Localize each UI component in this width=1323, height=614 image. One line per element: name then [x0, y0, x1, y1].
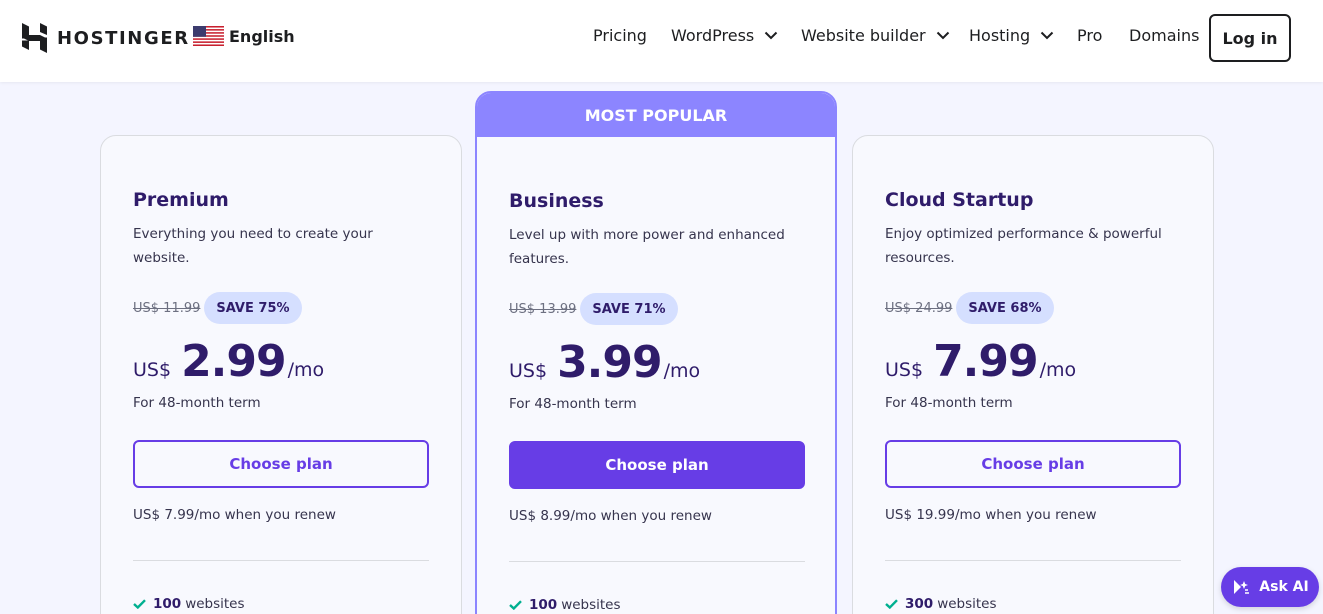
divider [885, 560, 1181, 561]
plan-description: Everything you need to create your websi… [133, 226, 373, 266]
nav-website-builder[interactable]: Website builder [801, 26, 950, 45]
ask-ai-button[interactable]: Ask AI [1221, 567, 1319, 607]
discount-row: US$ 11.99 SAVE 75% [133, 292, 302, 324]
plan-description: Level up with more power and enhanced fe… [509, 227, 785, 267]
chevron-down-icon [936, 31, 949, 40]
renewal-price: US$ 19.99/mo when you renew [885, 507, 1097, 523]
price-currency: US$ [885, 359, 924, 381]
feature-item: 300 websites [885, 596, 997, 612]
language-label: English [229, 26, 295, 46]
site-header: HOSTINGER English Pricing WordPress Webs… [0, 0, 1323, 82]
nav-pro[interactable]: Pro [1077, 26, 1102, 45]
old-price: US$ 13.99 [509, 301, 577, 317]
nav-wordpress[interactable]: WordPress [671, 26, 778, 45]
current-price: US$ 3.99 /mo [509, 337, 700, 388]
discount-row: US$ 13.99 SAVE 71% [509, 293, 678, 325]
plan-name: Premium [133, 189, 229, 211]
nav-label: Domains [1129, 26, 1200, 45]
save-badge: SAVE 71% [580, 293, 678, 325]
divider [509, 561, 805, 562]
ask-ai-label: Ask AI [1259, 579, 1309, 595]
price-period: /mo [287, 359, 325, 381]
save-badge: SAVE 75% [204, 292, 302, 324]
login-button[interactable]: Log in [1209, 14, 1291, 62]
price-currency: US$ [509, 360, 548, 382]
discount-row: US$ 24.99 SAVE 68% [885, 292, 1054, 324]
price-term: For 48-month term [133, 395, 261, 411]
nav-pricing[interactable]: Pricing [593, 26, 647, 45]
nav-domains[interactable]: Domains [1129, 26, 1199, 45]
price-period: /mo [1039, 359, 1077, 381]
plan-description: Enjoy optimized performance & powerful r… [885, 226, 1162, 266]
brand-logo[interactable]: HOSTINGER [22, 23, 190, 53]
plan-card-business: MOST POPULAR Business Level up with more… [475, 91, 837, 614]
plan-name: Business [509, 190, 604, 212]
us-flag-icon [193, 26, 224, 46]
price-period: /mo [663, 360, 701, 382]
feature-count: 100 [529, 597, 558, 613]
feature-label: websites [937, 596, 997, 612]
feature-item: 100 websites [509, 597, 621, 613]
nav-label: Pro [1077, 26, 1103, 45]
current-price: US$ 2.99 /mo [133, 336, 324, 387]
hostinger-logo-icon [22, 23, 47, 53]
renewal-price: US$ 7.99/mo when you renew [133, 507, 336, 523]
most-popular-badge: MOST POPULAR [477, 93, 835, 137]
price-term: For 48-month term [509, 396, 637, 412]
price-term: For 48-month term [885, 395, 1013, 411]
plan-card-cloud-startup: Cloud Startup Enjoy optimized performanc… [852, 135, 1214, 614]
nav-label: WordPress [671, 26, 755, 45]
feature-count: 300 [905, 596, 934, 612]
plan-card-premium: Premium Everything you need to create yo… [100, 135, 462, 614]
feature-count: 100 [153, 596, 182, 612]
price-currency: US$ [133, 359, 172, 381]
check-icon [133, 599, 146, 609]
plan-name: Cloud Startup [885, 189, 1034, 211]
language-selector[interactable]: English [193, 26, 295, 46]
nav-label: Website builder [801, 26, 926, 45]
choose-plan-button[interactable]: Choose plan [885, 440, 1181, 488]
save-badge: SAVE 68% [956, 292, 1054, 324]
chevron-down-icon [765, 31, 778, 40]
nav-label: Pricing [593, 26, 647, 45]
price-amount: 3.99 [557, 337, 663, 388]
check-icon [509, 600, 522, 610]
price-amount: 2.99 [181, 336, 287, 387]
choose-plan-button[interactable]: Choose plan [509, 441, 805, 489]
brand-name: HOSTINGER [57, 27, 190, 49]
divider [133, 560, 429, 561]
renewal-price: US$ 8.99/mo when you renew [509, 508, 712, 524]
nav-label: Hosting [969, 26, 1031, 45]
nav-hosting[interactable]: Hosting [969, 26, 1054, 45]
ask-ai-sparkle-icon [1234, 580, 1250, 594]
check-icon [885, 599, 898, 609]
price-amount: 7.99 [933, 336, 1039, 387]
chevron-down-icon [1040, 31, 1054, 40]
feature-label: websites [561, 597, 621, 613]
current-price: US$ 7.99 /mo [885, 336, 1076, 387]
choose-plan-button[interactable]: Choose plan [133, 440, 429, 488]
old-price: US$ 11.99 [133, 300, 201, 316]
feature-label: websites [185, 596, 245, 612]
feature-item: 100 websites [133, 596, 245, 612]
old-price: US$ 24.99 [885, 300, 953, 316]
